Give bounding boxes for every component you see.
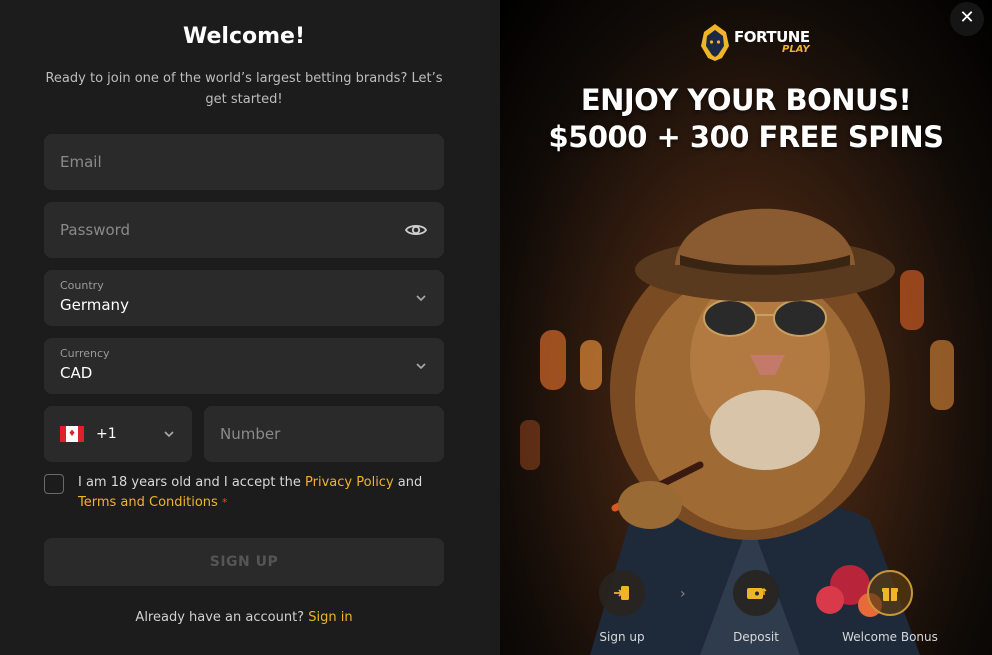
onboarding-steps: Sign up › Deposit Welcome Bonus <box>500 570 992 655</box>
wallet-icon <box>733 570 779 616</box>
already-text: Already have an account? <box>135 610 305 625</box>
logo-text-play: PLAY <box>782 43 810 55</box>
step-label-signup: Sign up <box>599 630 645 644</box>
phone-number-field[interactable]: Number <box>204 406 444 462</box>
privacy-policy-link[interactable]: Privacy Policy <box>305 475 394 490</box>
password-field[interactable]: Password <box>44 202 444 258</box>
country-value: Germany <box>60 296 129 314</box>
signin-link[interactable]: Sign in <box>308 610 352 625</box>
signup-icon <box>599 570 645 616</box>
step-label-deposit: Deposit <box>733 630 779 644</box>
terms-text: I am 18 years old and I accept the Priva… <box>78 473 438 513</box>
step-signup: Sign up <box>567 570 677 644</box>
gift-icon <box>867 570 913 616</box>
step-label-welcome-bonus: Welcome Bonus <box>842 630 938 644</box>
fortune-play-logo: FORTUNE PLAY <box>698 22 810 62</box>
headline-line-1: ENJOY YOUR BONUS! <box>580 83 912 117</box>
email-field[interactable]: Email <box>44 134 444 190</box>
form-title: Welcome! <box>183 24 305 49</box>
terms-prefix: I am 18 years old and I accept the <box>78 475 301 490</box>
currency-label: Currency <box>60 347 110 360</box>
currency-value: CAD <box>60 364 93 382</box>
signup-button[interactable]: SIGN UP <box>44 538 444 586</box>
eye-icon[interactable] <box>404 218 428 242</box>
chevron-down-icon <box>416 363 426 370</box>
bonus-headline: ENJOY YOUR BONUS! $5000 + 300 FREE SPINS <box>500 82 992 156</box>
canada-flag-icon: ♦ <box>60 426 84 442</box>
registration-panel: Welcome! Ready to join one of the world’… <box>0 0 500 655</box>
signin-prompt: Already have an account? Sign in <box>0 610 488 625</box>
form-subtitle: Ready to join one of the world’s largest… <box>45 71 443 107</box>
number-placeholder: Number <box>220 425 281 443</box>
terms-and: and <box>397 475 423 490</box>
password-placeholder: Password <box>60 221 131 239</box>
country-label: Country <box>60 279 104 292</box>
country-select[interactable]: Country Germany <box>44 270 444 326</box>
phone-code-value: +1 <box>96 426 117 442</box>
step-deposit: Deposit <box>701 570 811 644</box>
required-mark: * <box>221 496 228 509</box>
currency-select[interactable]: Currency CAD <box>44 338 444 394</box>
chevron-down-icon <box>164 431 174 438</box>
lion-logo-icon <box>701 24 729 61</box>
close-button[interactable]: ✕ <box>950 2 984 36</box>
logo-text-fortune: FORTUNE <box>734 27 810 46</box>
email-placeholder: Email <box>60 153 102 171</box>
terms-conditions-link[interactable]: Terms and Conditions <box>78 495 218 510</box>
chevron-right-icon: › <box>680 586 686 602</box>
chevron-down-icon <box>416 295 426 302</box>
terms-checkbox[interactable] <box>44 474 64 494</box>
step-welcome-bonus: Welcome Bonus <box>835 570 945 644</box>
promo-panel: ✕ FORTUNE PLAY ENJOY YOUR BONUS! $5000 +… <box>500 0 992 655</box>
headline-line-2: $5000 + 300 FREE SPINS <box>548 120 944 154</box>
phone-code-select[interactable]: ♦ +1 <box>44 406 192 462</box>
